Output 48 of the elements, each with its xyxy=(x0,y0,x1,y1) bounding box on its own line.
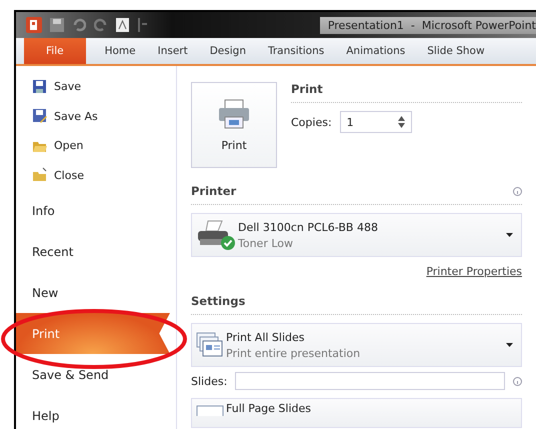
settings-dropdown[interactable]: Full Page Slides xyxy=(191,398,522,428)
undo-icon[interactable] xyxy=(72,18,86,32)
ribbon-tab[interactable]: Transitions xyxy=(256,38,336,64)
sidebar-command[interactable]: Save xyxy=(16,72,176,102)
printer-dropdown[interactable]: Dell 3100cn PCL6-BB 488 Toner Low xyxy=(191,213,522,257)
ribbon-tab[interactable]: Home xyxy=(94,38,147,64)
printer-properties-link[interactable]: Printer Properties xyxy=(426,265,522,278)
copies-label: Copies: xyxy=(291,116,332,128)
sidebar-command[interactable]: Save As xyxy=(16,102,176,131)
save-icon xyxy=(32,78,48,95)
ribbon-tab[interactable]: Insert xyxy=(146,38,199,64)
info-icon xyxy=(513,376,522,386)
dropdown-arrow-icon xyxy=(506,343,513,347)
sidebar-item[interactable]: Info xyxy=(16,190,176,231)
ribbon-tab[interactable]: Slide Show xyxy=(416,38,496,64)
sidebar-command[interactable]: Close xyxy=(16,160,176,190)
section-heading: Print xyxy=(291,82,522,103)
window-title: Presentation1 - Microsoft PowerPoint xyxy=(320,16,536,34)
ribbon-tab[interactable]: Design xyxy=(198,38,257,64)
app-logo-icon xyxy=(26,17,42,33)
section-heading: Printer xyxy=(191,184,236,198)
save-icon[interactable] xyxy=(50,18,64,32)
print-button[interactable]: Print xyxy=(191,82,277,168)
sidebar-item[interactable]: Recent xyxy=(16,231,176,272)
dropdown-arrow-icon xyxy=(506,233,513,237)
sidebar-command[interactable]: Open xyxy=(16,131,176,160)
redo-icon[interactable] xyxy=(94,18,108,32)
section-heading: Settings xyxy=(191,294,246,308)
info-icon xyxy=(513,186,522,196)
ribbon-tab[interactable]: Animations xyxy=(335,38,416,64)
option-description: Print entire presentation xyxy=(226,346,360,360)
sidebar-item[interactable]: Save & Send xyxy=(16,354,176,395)
settings-dropdown[interactable]: Print All Slides Print entire presentation xyxy=(191,323,522,367)
slides-label: Slides: xyxy=(191,374,228,388)
sidebar-item[interactable]: Help xyxy=(16,395,176,429)
copies-spinner[interactable]: 1 xyxy=(340,111,412,133)
printer-icon xyxy=(217,98,251,128)
sidebar-item[interactable]: New xyxy=(16,272,176,313)
slides-stack-icon xyxy=(196,332,224,358)
ribbon-tab[interactable]: File xyxy=(24,38,86,64)
printer-ready-icon xyxy=(196,219,236,251)
text-box-icon[interactable] xyxy=(116,18,129,32)
save-as-icon xyxy=(32,108,48,124)
printer-status: Toner Low xyxy=(238,236,294,250)
slides-input-field[interactable] xyxy=(235,372,505,390)
folder-icon xyxy=(32,167,48,184)
customize-toolbar-icon[interactable] xyxy=(137,18,147,32)
spinner-arrows-icon xyxy=(398,116,405,128)
